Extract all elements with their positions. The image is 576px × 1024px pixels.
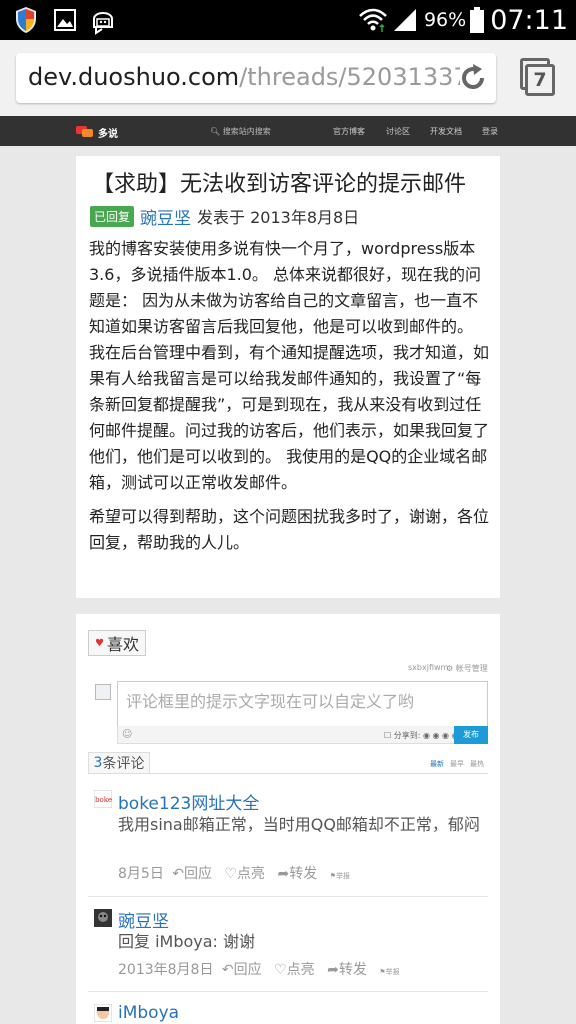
account-settings-label: 帐号管理 [455,664,488,673]
comment-actions: 2013年8月8日 ↶回应 ♡点亮 ➦转发 ⚑举报 [118,959,408,979]
signal-icon [393,9,416,31]
commenter-name[interactable]: 豌豆坚 [118,907,169,932]
nav-login[interactable]: 登录 [482,126,498,137]
duoshuo-logo-icon[interactable] [76,126,94,138]
reply-label: 回应 [184,866,213,882]
chat-bot-icon [93,12,113,35]
clock: 07:11 [490,4,568,36]
status-badge: 已回复 [90,205,135,227]
comment-text: 我用sina邮箱正常，当时用QQ邮箱却不正常，郁闷 [118,815,480,834]
comment-date: 8月5日 [118,866,164,882]
like-comment-label: 点亮 [237,866,266,882]
comment-count-tab[interactable]: 3 条评论 [88,752,150,774]
share-options[interactable]: ☐ 分享到: ◉ ◉ ◉ ◉ [384,730,459,741]
url-host: dev.duoshuo.com [28,63,240,91]
repost-button[interactable]: ➦转发 [327,962,371,978]
sort-oldest[interactable]: 最早 [450,759,464,769]
comment-toolbar: ☺ ☐ 分享到: ◉ ◉ ◉ ◉ [117,726,488,744]
repost-button[interactable]: ➦转发 [277,866,321,882]
thread-date: 发表于 2013年8月8日 [197,208,360,227]
emoji-icon[interactable]: ☺ [122,729,132,740]
avatar [95,684,111,700]
tab-count: 7 [525,64,555,96]
thread-meta: 已回复 豌豆坚 发表于 2013年8月8日 [90,204,360,229]
repost-label: 转发 [338,962,367,978]
comment-input[interactable]: 评论框里的提示文字现在可以自定义了哟 [117,681,488,727]
like-comment-button[interactable]: ♡点亮 [224,866,269,882]
tab-switcher-button[interactable]: 7 [518,58,556,98]
publish-button[interactable]: 发布 [454,726,488,744]
url-bar[interactable]: dev.duoshuo.com/threads/52031337b9 [16,53,496,103]
reload-icon[interactable] [458,63,488,93]
shield-icon [16,7,36,33]
report-button[interactable]: ⚑举报 [330,872,354,880]
repost-label: 转发 [289,866,318,882]
commenter-avatar[interactable] [94,909,112,927]
logo-text[interactable]: 多说 [98,125,118,140]
thread-paragraph: 我的博客安装使用多说有快一个月了，wordpress版本3.6，多说插件版本1.… [89,239,490,492]
heart-icon: ♥ [95,637,104,649]
svg-text:boke: boke [95,796,112,804]
commenter-avatar[interactable]: boke [94,790,112,808]
share-label: 分享到: [393,731,421,740]
thread-title: 【求助】无法收到访客评论的提示邮件 [92,172,467,197]
current-user[interactable]: sxbxjfiwm [408,663,448,672]
nav-dev-docs[interactable]: 开发文档 [430,126,462,137]
comment-placeholder: 评论框里的提示文字现在可以自定义了哟 [126,692,415,711]
divider [88,896,488,897]
thread-body: 我的博客安装使用多说有快一个月了，wordpress版本3.6，多说插件版本1.… [89,236,491,564]
thread-author-link[interactable]: 豌豆坚 [140,204,191,229]
reply-label: 回应 [233,962,262,978]
like-comment-label: 点亮 [286,962,315,978]
wifi-icon [359,8,387,32]
url-text[interactable]: dev.duoshuo.com/threads/52031337b9 [28,63,460,91]
commenter-avatar[interactable] [94,1004,112,1022]
divider [150,773,488,774]
browser-toolbar: dev.duoshuo.com/threads/52031337b9 7 [0,40,576,116]
account-settings-link[interactable]: ⚙ 帐号管理 [446,663,488,674]
comment-text: 回复 iMboya: 谢谢 [118,932,256,951]
sort-newest[interactable]: 最新 [430,759,444,769]
commenter-name[interactable]: iMboya [118,1003,179,1023]
site-search-label: 搜索站内搜索 [222,127,271,136]
like-button[interactable]: ♥ 喜欢 [88,630,146,656]
battery-percent: 96% [423,9,467,31]
report-label: 举报 [335,872,350,880]
report-button[interactable]: ⚑举报 [379,968,403,976]
report-label: 举报 [385,968,400,976]
nav-official-blog[interactable]: 官方博客 [333,126,365,137]
image-icon [54,9,76,31]
reply-button[interactable]: ↶回应 [172,866,216,882]
site-nav-bar: 多说 🔍︎ 搜索站内搜索 官方博客 讨论区 开发文档 登录 [0,116,576,146]
battery-icon [470,7,485,33]
commenter-name[interactable]: boke123网址大全 [118,789,259,814]
url-path: /threads/52031337b9 [239,63,460,91]
status-bar: 96% 07:11 [0,0,576,40]
comment-actions: 8月5日 ↶回应 ♡点亮 ➦转发 ⚑举报 [118,863,358,883]
comment-date: 2013年8月8日 [118,962,214,978]
reply-button[interactable]: ↶回应 [222,962,266,978]
comment-count: 3 [93,755,103,771]
sort-hottest[interactable]: 最热 [470,759,484,769]
like-label: 喜欢 [106,635,139,654]
thread-paragraph: 希望可以得到帮助，这个问题困扰我多时了，谢谢，各位回复，帮助我的人儿。 [89,507,490,552]
site-search[interactable]: 🔍︎ 搜索站内搜索 [210,126,271,137]
like-comment-button[interactable]: ♡点亮 [274,962,319,978]
nav-forum[interactable]: 讨论区 [386,126,410,137]
divider [88,991,488,992]
comment-count-label: 条评论 [102,756,145,772]
